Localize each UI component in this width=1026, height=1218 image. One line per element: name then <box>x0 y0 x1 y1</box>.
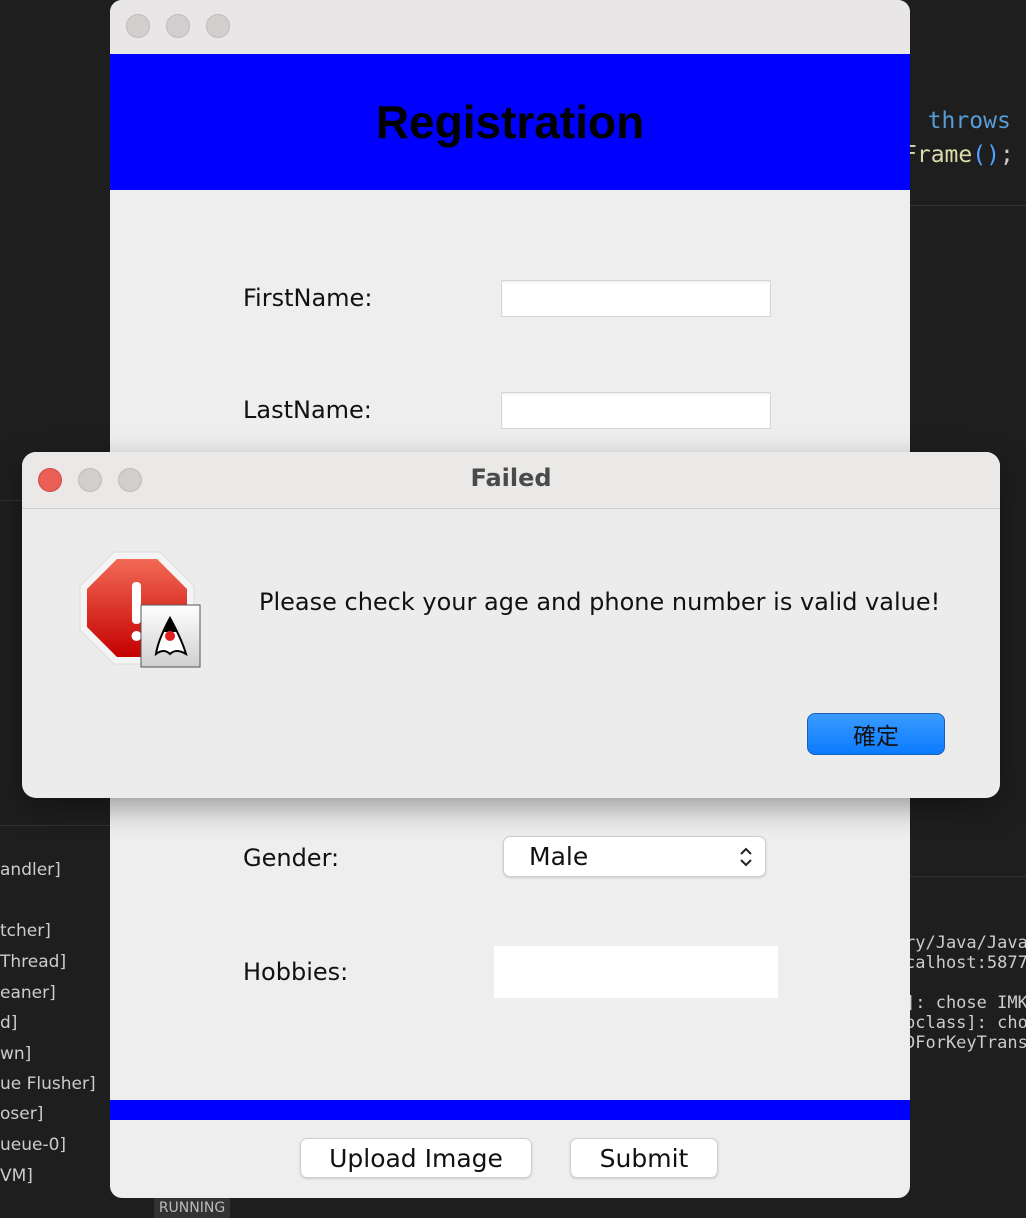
ok-button[interactable]: 確定 <box>807 713 945 755</box>
dialog-title-bar[interactable]: Failed <box>22 452 1000 509</box>
upload-image-button[interactable]: Upload Image <box>300 1138 532 1178</box>
header-banner: Registration <box>110 54 910 190</box>
hobbies-input[interactable] <box>494 946 778 998</box>
chevron-updown-icon <box>740 847 752 867</box>
log-line: VM] <box>0 1166 33 1186</box>
status-badge: RUNNING <box>154 1198 230 1218</box>
divider <box>0 825 110 826</box>
zoom-button[interactable] <box>206 14 230 38</box>
log-line: eaner] <box>0 983 56 1003</box>
gender-label: Gender: <box>243 844 340 872</box>
page-title: Registration <box>375 96 645 148</box>
hobbies-label: Hobbies: <box>243 958 349 986</box>
code-line: ) throws I <box>900 108 1026 134</box>
lastname-label: LastName: <box>243 396 372 424</box>
log-line: wn] <box>0 1044 32 1064</box>
title-bar[interactable] <box>110 0 910 54</box>
log-line: oser] <box>0 1104 44 1124</box>
terminal-output: ry/Java/JavaV calhost:5877]: chose IMK bcl… <box>905 933 1026 1053</box>
lastname-input[interactable] <box>501 392 771 429</box>
log-line: Thread] <box>0 952 67 972</box>
close-button[interactable] <box>126 14 150 38</box>
gender-select[interactable]: Male <box>503 836 766 877</box>
log-line: tcher] <box>0 921 51 941</box>
minimize-button[interactable] <box>166 14 190 38</box>
log-line: andler] <box>0 860 61 880</box>
divider <box>910 876 1026 877</box>
gender-selected: Male <box>529 842 589 871</box>
log-line: ueue-0] <box>0 1135 67 1155</box>
log-line: d] <box>0 1013 18 1033</box>
footer-bar <box>110 1100 910 1120</box>
error-dialog: Failed Please check your age and phone n… <box>22 452 1000 798</box>
dialog-title: Failed <box>470 464 552 492</box>
divider <box>910 205 1026 206</box>
submit-button[interactable]: Submit <box>570 1138 718 1178</box>
firstname-input[interactable] <box>501 280 771 317</box>
error-icon <box>79 551 201 668</box>
code-line: Frame(); <box>903 142 1014 168</box>
log-line: ue Flusher] <box>0 1074 96 1094</box>
dialog-message: Please check your age and phone number i… <box>259 588 941 616</box>
firstname-label: FirstName: <box>243 284 373 312</box>
